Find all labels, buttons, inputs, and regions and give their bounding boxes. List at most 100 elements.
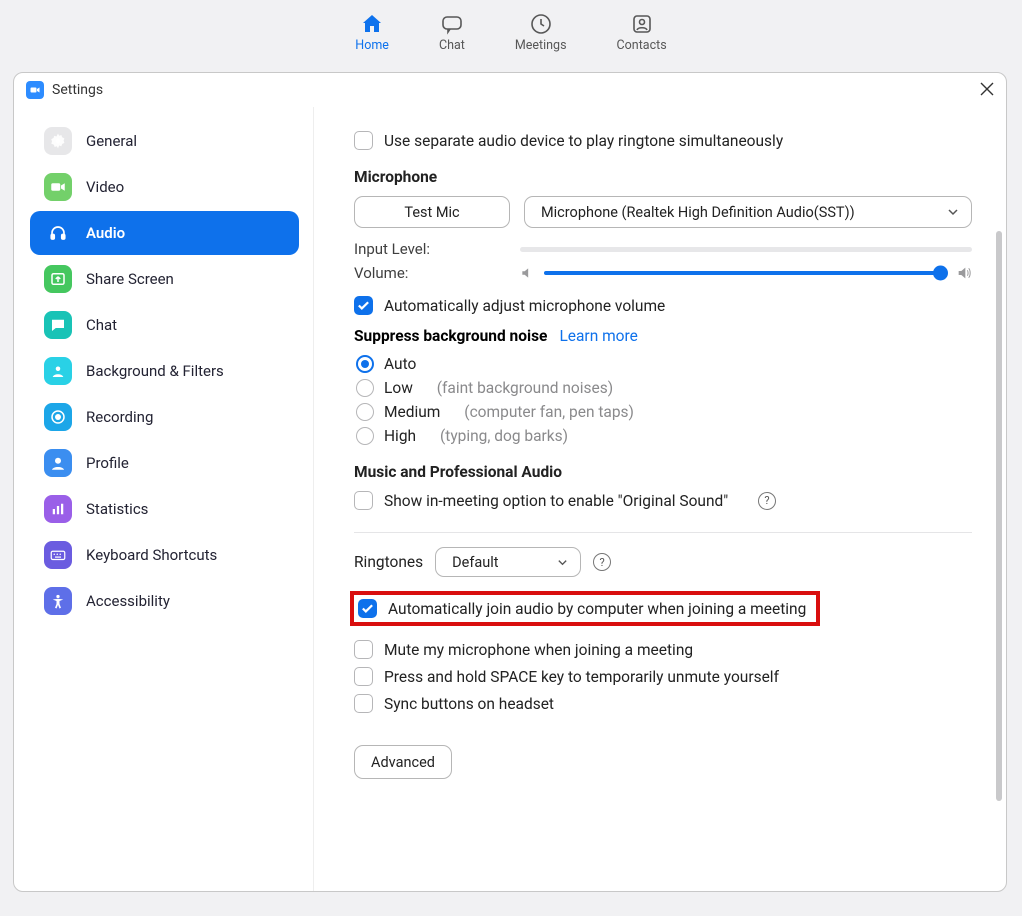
section-suppress-noise: Suppress background noise	[354, 327, 547, 345]
video-icon	[44, 173, 72, 201]
sidebar-item-audio[interactable]: Audio	[30, 211, 299, 255]
hint-noise-low: (faint background noises)	[437, 379, 613, 397]
chat-icon	[440, 12, 464, 36]
app-icon	[26, 81, 44, 99]
test-mic-button[interactable]: Test Mic	[354, 196, 510, 228]
divider	[354, 532, 972, 533]
label-noise-medium: Medium	[384, 403, 440, 421]
sidebar-item-label: Recording	[86, 408, 153, 426]
home-icon	[360, 12, 384, 36]
volume-high-icon	[956, 265, 972, 281]
contacts-icon	[630, 12, 654, 36]
label-sync-headset: Sync buttons on headset	[384, 695, 554, 713]
settings-window: Settings General Video Audio Share Scree…	[13, 72, 1007, 892]
top-nav: Home Chat Meetings Contacts	[0, 0, 1022, 65]
clock-icon	[529, 12, 553, 36]
sidebar-item-label: Audio	[86, 224, 125, 242]
close-button[interactable]	[980, 81, 994, 100]
close-icon	[980, 82, 994, 96]
sidebar-item-profile[interactable]: Profile	[30, 441, 299, 485]
sidebar-item-label: Profile	[86, 454, 129, 472]
sidebar-item-general[interactable]: General	[30, 119, 299, 163]
checkbox-sync-headset[interactable]	[354, 694, 373, 713]
nav-home-label: Home	[355, 38, 389, 53]
help-original-sound[interactable]: ?	[758, 492, 776, 510]
label-noise-low: Low	[384, 379, 413, 397]
accessibility-icon	[44, 587, 72, 615]
checkbox-mute-on-join[interactable]	[354, 640, 373, 659]
sidebar-item-accessibility[interactable]: Accessibility	[30, 579, 299, 623]
checkbox-original-sound[interactable]	[354, 491, 373, 510]
sidebar-item-share[interactable]: Share Screen	[30, 257, 299, 301]
checkbox-auto-adjust[interactable]	[354, 296, 373, 315]
background-icon	[44, 357, 72, 385]
section-music: Music and Professional Audio	[354, 463, 972, 481]
radio-noise-low[interactable]	[356, 379, 374, 397]
section-microphone: Microphone	[354, 168, 972, 186]
radio-noise-high[interactable]	[356, 427, 374, 445]
mic-device-select[interactable]: Microphone (Realtek High Definition Audi…	[524, 196, 972, 228]
sidebar-item-shortcuts[interactable]: Keyboard Shortcuts	[30, 533, 299, 577]
label-noise-high: High	[384, 427, 416, 445]
hint-noise-medium: (computer fan, pen taps)	[464, 403, 634, 421]
chevron-down-icon	[947, 206, 959, 218]
sidebar-item-label: Chat	[86, 316, 117, 334]
label-auto-join: Automatically join audio by computer whe…	[388, 600, 806, 618]
help-ringtones[interactable]: ?	[593, 553, 611, 571]
profile-icon	[44, 449, 72, 477]
label-noise-auto: Auto	[384, 355, 416, 373]
nav-home[interactable]: Home	[355, 12, 389, 53]
label-space-unmute: Press and hold SPACE key to temporarily …	[384, 668, 779, 686]
label-separate-device: Use separate audio device to play ringto…	[384, 132, 783, 150]
nav-contacts-label: Contacts	[617, 38, 667, 53]
window-title: Settings	[52, 82, 103, 98]
sidebar-item-label: Video	[86, 178, 124, 196]
stats-icon	[44, 495, 72, 523]
label-auto-adjust: Automatically adjust microphone volume	[384, 297, 665, 315]
mic-device-value: Microphone (Realtek High Definition Audi…	[541, 204, 855, 221]
volume-low-icon	[520, 266, 534, 280]
sidebar-item-label: Statistics	[86, 500, 148, 518]
keyboard-icon	[44, 541, 72, 569]
ringtone-value: Default	[452, 554, 498, 571]
sidebar-item-chat[interactable]: Chat	[30, 303, 299, 347]
sidebar-item-label: General	[86, 132, 137, 150]
ringtones-label: Ringtones	[354, 553, 423, 571]
sidebar-item-background[interactable]: Background & Filters	[30, 349, 299, 393]
nav-chat-label: Chat	[439, 38, 465, 53]
record-icon	[44, 403, 72, 431]
learn-more-link[interactable]: Learn more	[559, 327, 637, 345]
sidebar-item-video[interactable]: Video	[30, 165, 299, 209]
slider-thumb[interactable]	[933, 266, 948, 281]
sidebar-item-label: Share Screen	[86, 270, 174, 288]
audio-settings-panel: Use separate audio device to play ringto…	[314, 107, 1006, 891]
input-level-label: Input Level:	[354, 240, 510, 258]
mic-volume-slider[interactable]	[544, 271, 946, 275]
nav-contacts[interactable]: Contacts	[617, 12, 667, 53]
nav-chat[interactable]: Chat	[439, 12, 465, 53]
chat-bubble-icon	[44, 311, 72, 339]
sidebar-item-label: Background & Filters	[86, 362, 224, 380]
label-mute-on-join: Mute my microphone when joining a meetin…	[384, 641, 693, 659]
ringtone-select[interactable]: Default	[435, 547, 581, 577]
sidebar-item-label: Accessibility	[86, 592, 170, 610]
checkbox-separate-device[interactable]	[354, 131, 373, 150]
highlighted-setting: Automatically join audio by computer whe…	[350, 591, 820, 626]
advanced-button[interactable]: Advanced	[354, 745, 452, 779]
sidebar-item-statistics[interactable]: Statistics	[30, 487, 299, 531]
chevron-down-icon	[557, 557, 568, 568]
volume-label: Volume:	[354, 264, 510, 282]
gear-icon	[44, 127, 72, 155]
radio-noise-medium[interactable]	[356, 403, 374, 421]
sidebar-item-recording[interactable]: Recording	[30, 395, 299, 439]
hint-noise-high: (typing, dog barks)	[440, 427, 568, 445]
checkbox-space-unmute[interactable]	[354, 667, 373, 686]
input-level-meter	[520, 247, 972, 252]
radio-noise-auto[interactable]	[356, 355, 374, 373]
checkbox-auto-join[interactable]	[358, 599, 377, 618]
share-icon	[44, 265, 72, 293]
nav-meetings[interactable]: Meetings	[515, 12, 567, 53]
headphones-icon	[44, 219, 72, 247]
settings-sidebar: General Video Audio Share Screen Chat Ba…	[14, 107, 314, 891]
sidebar-item-label: Keyboard Shortcuts	[86, 546, 217, 564]
